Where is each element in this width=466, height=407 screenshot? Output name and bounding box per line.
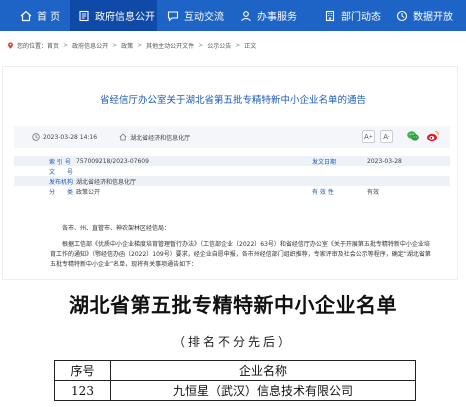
nav-item-home[interactable]: 首 页 <box>0 0 70 31</box>
table-header-row: 序号 企业名称 <box>54 360 416 381</box>
article-source-text: 湖北省经济和信息化厅 <box>130 134 191 142</box>
info-value: 757009218/2023-07609 <box>76 157 149 165</box>
clock-icon <box>32 133 40 141</box>
breadcrumb-separator: > <box>235 42 241 49</box>
body-salutation: 各市、州、直管市、神农架林区经信局： <box>62 225 171 232</box>
breadcrumb-prefix: 您的位置： <box>17 43 48 50</box>
info-label: 有 效 性 <box>312 188 334 196</box>
info-value: 政策公开 <box>76 188 101 196</box>
nav-item-label: 政府信息公开 <box>95 12 155 23</box>
enterprise-list-table: 序号 企业名称 123 九恒星（武汉）信息技术有限公司 <box>54 360 416 401</box>
list-title: 湖北省第五批专精特新中小企业名单 <box>69 293 397 317</box>
breadcrumb-item-gov-info[interactable]: 政府信息公开 <box>72 41 108 50</box>
building-icon <box>324 10 336 22</box>
article-title: 省经信厅办公室关于湖北省第五批专精特新中小企业名单的通告 <box>99 95 366 106</box>
nav-item-services[interactable]: 办事服务 <box>234 0 314 31</box>
data-icon <box>396 10 408 22</box>
breadcrumb-item-home[interactable]: 首页 <box>47 41 59 50</box>
breadcrumb-separator: > <box>137 42 143 49</box>
breadcrumb-separator: > <box>63 42 69 49</box>
info-label: 文 号 <box>49 168 74 176</box>
info-row-category: 分 类 政策公开 有 效 性 有效 <box>14 186 450 196</box>
nav-item-dept-news[interactable]: 部门动态 <box>314 0 388 31</box>
info-label: 发布机构 <box>49 178 74 186</box>
location-pin-icon <box>8 42 13 49</box>
weibo-icon[interactable] <box>426 129 440 143</box>
nav-item-open-data[interactable]: 数据开放 <box>388 0 466 31</box>
info-label: 发文日期 <box>312 158 337 166</box>
info-value: 2023-03-28 <box>367 157 402 165</box>
breadcrumb-separator: > <box>198 42 204 49</box>
table-cell-number: 123 <box>54 380 111 401</box>
table-cell-name: 九恒星（武汉）信息技术有限公司 <box>110 380 416 401</box>
table-header-name: 企业名称 <box>110 360 416 381</box>
info-value: 湖北省经济和信息化厅 <box>76 178 137 186</box>
list-subtitle: （排名不分先后） <box>172 335 293 349</box>
info-row-doc-number: 文 号 <box>14 166 450 176</box>
table-header-number: 序号 <box>54 360 111 381</box>
info-row-index: 索 引 号 757009218/2023-07609 发文日期 2023-03-… <box>14 156 450 166</box>
nav-item-gov-info[interactable]: 政府信息公开 <box>70 0 157 31</box>
nav-item-label: 数据开放 <box>413 12 453 23</box>
publish-date: 2023-03-28 14:16 <box>32 133 97 141</box>
info-label: 索 引 号 <box>49 158 71 166</box>
article-source: 湖北省经济和信息化厅 <box>119 133 190 142</box>
document-info-table: 索 引 号 757009218/2023-07609 发文日期 2023-03-… <box>14 156 450 196</box>
nav-item-interaction[interactable]: 互动交流 <box>157 0 234 31</box>
wechat-icon[interactable] <box>406 129 420 143</box>
body-paragraph: 根据工信部《优质中小企业梯度培育管理暂行办法》（工信部企业〔2022〕63号）和… <box>50 241 431 268</box>
table-row: 123 九恒星（武汉）信息技术有限公司 <box>54 380 416 401</box>
nav-item-label: 首 页 <box>37 12 61 23</box>
info-value: 有效 <box>367 188 380 196</box>
breadcrumb-item-policy[interactable]: 政策 <box>121 41 133 50</box>
article-meta-bar: 2023-03-28 14:16 湖北省经济和信息化厅 A + A- <box>14 126 450 148</box>
top-nav: 首 页 政府信息公开 互动交流 办事服务 部门动态 数据开放 <box>0 0 466 31</box>
font-size-increase-button[interactable]: A + <box>362 130 375 143</box>
user-icon <box>240 10 252 22</box>
nav-item-label: 互动交流 <box>184 12 224 23</box>
breadcrumb: 您的位置： 首页 > 政府信息公开 > 政策 > 其他主动公开文件 > 公示公告… <box>7 41 256 50</box>
document-icon <box>78 10 90 22</box>
breadcrumb-item-notices[interactable]: 公示公告 <box>207 41 231 50</box>
publish-date-text: 2023-03-28 14:16 <box>43 133 98 141</box>
source-icon <box>119 133 127 141</box>
nav-item-label: 办事服务 <box>257 12 297 23</box>
nav-item-label: 部门动态 <box>341 12 381 23</box>
breadcrumb-item-current: 正文 <box>244 43 257 50</box>
breadcrumb-item-other-docs[interactable]: 其他主动公开文件 <box>146 41 194 50</box>
breadcrumb-separator: > <box>112 42 118 49</box>
home-icon <box>20 10 32 22</box>
info-label: 分 类 <box>49 188 74 196</box>
font-size-decrease-button[interactable]: A- <box>380 130 393 143</box>
chat-icon <box>167 10 179 22</box>
info-row-publisher: 发布机构 湖北省经济和信息化厅 <box>14 176 450 186</box>
